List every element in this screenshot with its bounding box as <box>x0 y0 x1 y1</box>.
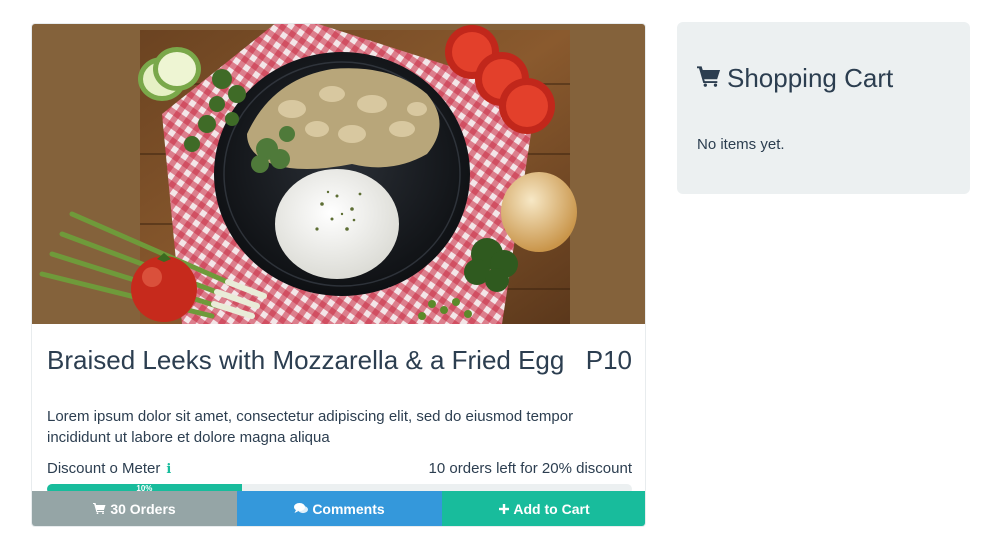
discount-meter-label: Discount o Meter i <box>47 458 171 481</box>
shopping-cart-title: Shopping Cart <box>697 62 893 94</box>
card-actions: 30 Orders Comments Add to Cart <box>32 491 645 526</box>
product-title: Braised Leeks with Mozzarella & a Fried … <box>47 345 565 375</box>
product-price: P10 <box>585 345 632 375</box>
cart-empty-message: No items yet. <box>697 136 785 153</box>
comments-button-label: Comments <box>312 500 385 517</box>
info-icon[interactable]: i <box>166 459 171 481</box>
add-to-cart-button[interactable]: Add to Cart <box>442 491 645 526</box>
page: Braised Leeks with Mozzarella & a Fried … <box>0 0 995 538</box>
product-card: Braised Leeks with Mozzarella & a Fried … <box>31 23 646 527</box>
product-description: Lorem ipsum dolor sit amet, consectetur … <box>47 408 574 446</box>
orders-left-text: 10 orders left for 20% discount <box>428 460 632 477</box>
discount-meter-row: Discount o Meter i 10 orders left for 20%… <box>47 458 632 480</box>
orders-button[interactable]: 30 Orders <box>32 491 237 526</box>
cart-icon <box>697 62 721 94</box>
comments-icon <box>294 503 309 514</box>
add-to-cart-label: Add to Cart <box>513 500 590 517</box>
cart-icon <box>93 503 106 514</box>
orders-button-label: 30 Orders <box>110 500 176 517</box>
shopping-cart-panel: Shopping Cart No items yet. <box>677 22 970 194</box>
food-photo <box>32 24 645 324</box>
product-title-row: Braised Leeks with Mozzarella & a Fried … <box>47 342 632 378</box>
plus-icon <box>499 503 510 514</box>
product-image <box>32 24 645 324</box>
discount-meter-text: Discount o Meter <box>47 460 161 477</box>
shopping-cart-title-text: Shopping Cart <box>727 63 894 93</box>
comments-button[interactable]: Comments <box>237 491 442 526</box>
